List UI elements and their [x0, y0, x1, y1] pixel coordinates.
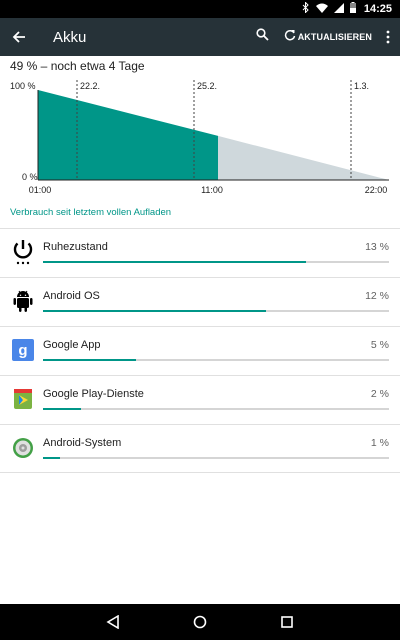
app-bar: Akku AKTUALISIEREN — [0, 18, 400, 56]
search-icon — [256, 28, 269, 46]
refresh-button[interactable]: AKTUALISIEREN — [280, 18, 376, 56]
app-percent: 13 % — [365, 241, 389, 253]
chart-area-actual — [38, 90, 218, 180]
app-label: Ruhezustand — [43, 241, 108, 253]
google-app-icon: g — [11, 337, 35, 363]
section-header: Verbrauch seit letztem vollen Aufladen — [10, 207, 172, 218]
app-label: Google App — [43, 339, 101, 351]
list-item[interactable]: Google Play-Dienste 2 % — [0, 375, 400, 424]
chart-x-tick-label: 22:00 — [365, 185, 388, 195]
svg-text:g: g — [18, 342, 27, 359]
usage-bar-track — [43, 359, 389, 361]
usage-bar-fill — [43, 408, 82, 410]
usage-bar-track — [43, 457, 389, 459]
status-bar: 14:25 — [0, 0, 400, 18]
battery-chart-svg: 22.2. 25.2. 1.3. 100 % 0 % 01:00 11:00 2… — [10, 80, 389, 195]
play-services-icon — [11, 386, 35, 412]
usage-bar-track — [43, 408, 389, 410]
nav-home-icon[interactable] — [185, 607, 215, 637]
chart-y-tick-label: 0 % — [22, 172, 38, 182]
app-percent: 2 % — [370, 388, 389, 400]
android-icon — [11, 288, 35, 314]
refresh-label: AKTUALISIEREN — [297, 32, 372, 42]
chart-x-tick-label: 01:00 — [29, 185, 52, 195]
status-time: 14:25 — [363, 3, 392, 15]
app-label: Android OS — [43, 290, 100, 302]
usage-bar-track — [43, 261, 389, 263]
list-item[interactable]: Android-System 1 % — [0, 424, 400, 473]
list-item[interactable]: g Google App 5 % — [0, 326, 400, 375]
bluetooth-icon — [302, 1, 310, 16]
search-button[interactable] — [248, 18, 278, 56]
app-label: Google Play-Dienste — [43, 388, 144, 400]
nav-back-icon[interactable] — [98, 607, 128, 637]
list-item[interactable]: Ruhezustand 13 % — [0, 228, 400, 277]
nav-recents-icon[interactable] — [272, 607, 302, 637]
chart-x-tick-label: 11:00 — [201, 185, 223, 195]
app-percent: 12 % — [365, 290, 389, 302]
chart-date-marker-label: 1.3. — [354, 81, 369, 91]
wifi-icon — [315, 3, 328, 16]
usage-bar-fill — [43, 310, 267, 312]
usage-bar-fill — [43, 457, 61, 459]
page-title: Akku — [53, 28, 87, 46]
app-percent: 5 % — [370, 339, 389, 351]
battery-chart: 22.2. 25.2. 1.3. 100 % 0 % 01:00 11:00 2… — [0, 76, 400, 196]
back-arrow-icon[interactable] — [0, 18, 38, 56]
battery-summary: 49 % – noch etwa 4 Tage — [10, 59, 145, 73]
usage-bar-fill — [43, 261, 306, 263]
chart-date-marker-label: 22.2. — [80, 81, 100, 91]
list-item[interactable]: Android OS 12 % — [0, 277, 400, 326]
chart-area-projected — [218, 135, 389, 180]
overflow-menu-icon[interactable] — [376, 18, 400, 56]
battery-icon — [349, 2, 356, 16]
power-icon — [11, 239, 35, 265]
app-percent: 1 % — [370, 437, 389, 449]
refresh-icon — [284, 28, 296, 46]
navigation-bar — [0, 604, 400, 640]
chart-date-marker-label: 25.2. — [197, 81, 217, 91]
signal-icon — [333, 2, 344, 16]
usage-bar-track — [43, 310, 389, 312]
android-system-icon — [11, 435, 35, 461]
app-label: Android-System — [43, 437, 122, 449]
usage-bar-fill — [43, 359, 137, 361]
chart-y-tick-label: 100 % — [10, 81, 36, 91]
app-usage-list: Ruhezustand 13 % Android OS 12 % g Googl… — [0, 228, 400, 473]
